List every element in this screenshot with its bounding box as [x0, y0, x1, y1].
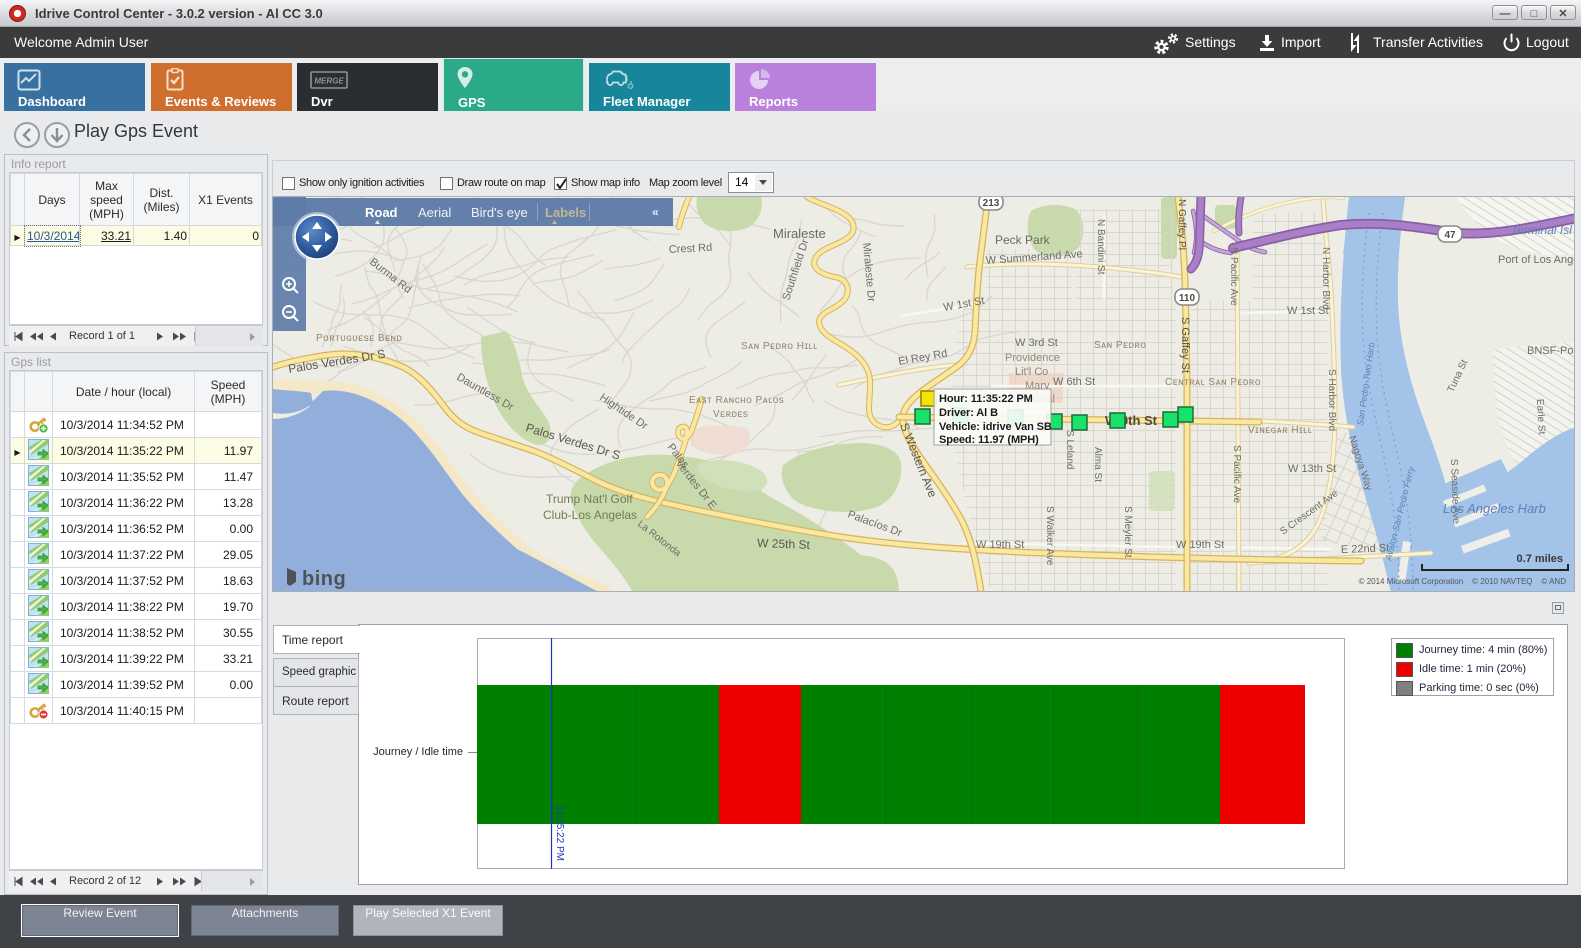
- svg-text:Vᴇʀᴅᴇѕ: Vᴇʀᴅᴇѕ: [713, 409, 748, 420]
- svg-text:W 25th St: W 25th St: [757, 536, 811, 552]
- svg-text:bing: bing: [302, 568, 346, 590]
- svg-text:Driver: Al B: Driver: Al B: [939, 407, 998, 419]
- svg-text:S Pacific Ave: S Pacific Ave: [1231, 445, 1242, 504]
- svg-text:Eᴀѕᴛ Rᴀɴᴄʜᴏ Pᴀʟᴏѕ: Eᴀѕᴛ Rᴀɴᴄʜᴏ Pᴀʟᴏѕ: [689, 395, 784, 406]
- svg-text:Terminal Isl: Terminal Isl: [1511, 223, 1572, 237]
- svg-text:11:35:22 PM: 11:35:22 PM: [554, 805, 565, 861]
- svg-text:213: 213: [983, 198, 1000, 209]
- svg-text:Crest Rd: Crest Rd: [669, 242, 713, 256]
- svg-text:Miraleste: Miraleste: [773, 226, 826, 241]
- svg-text:Cᴇɴᴛʀᴀʟ Sᴀɴ Pᴇᴅʀᴏ: Cᴇɴᴛʀᴀʟ Sᴀɴ Pᴇᴅʀᴏ: [1165, 377, 1261, 388]
- svg-text:N Harbor Blvd: N Harbor Blvd: [1320, 247, 1331, 310]
- svg-text:W 19th St: W 19th St: [1176, 539, 1224, 551]
- svg-text:0.7 miles: 0.7 miles: [1517, 553, 1563, 565]
- svg-text:«: «: [652, 205, 659, 219]
- svg-text:Road: Road: [365, 205, 398, 220]
- svg-text:BNSF-Port: BNSF-Port: [1527, 345, 1574, 357]
- svg-text:S Harbor Blvd: S Harbor Blvd: [1326, 369, 1337, 431]
- svg-text:Hour: 11:35:22 PM: Hour: 11:35:22 PM: [939, 393, 1033, 405]
- svg-text:W 3rd St: W 3rd St: [1015, 337, 1058, 349]
- svg-text:S Gaffey St: S Gaffey St: [1179, 317, 1191, 373]
- svg-text:N Gaffey Pl: N Gaffey Pl: [1176, 199, 1187, 250]
- svg-text:Port of Los Angel: Port of Los Angel: [1498, 254, 1574, 266]
- svg-text:W 13th St: W 13th St: [1288, 463, 1336, 475]
- svg-text:Bird's eye: Bird's eye: [471, 205, 528, 220]
- svg-text:N Pacific Ave: N Pacific Ave: [1228, 247, 1239, 306]
- svg-text:MERGE: MERGE: [314, 77, 344, 86]
- svg-text:E 22nd St: E 22nd St: [1341, 542, 1390, 556]
- svg-text:Vɪɴᴇɢᴀʀ Hɪʟʟ: Vɪɴᴇɢᴀʀ Hɪʟʟ: [1248, 425, 1312, 436]
- svg-text:110: 110: [1179, 293, 1196, 304]
- svg-text:Lit'l Co: Lit'l Co: [1015, 366, 1048, 378]
- svg-text:Los Angeles Harb: Los Angeles Harb: [1443, 501, 1546, 516]
- svg-text:N Bandini St: N Bandini St: [1095, 219, 1106, 275]
- svg-text:Pᴏʀᴛᴜɢᴜᴇѕᴇ Bᴇɴᴅ: Pᴏʀᴛᴜɢᴜᴇѕᴇ Bᴇɴᴅ: [316, 333, 402, 344]
- svg-text:Alma St: Alma St: [1092, 447, 1103, 482]
- svg-text:Vehicle: idrive Van SB: Vehicle: idrive Van SB: [939, 421, 1052, 433]
- svg-text:Peck Park: Peck Park: [995, 233, 1051, 247]
- svg-text:S Walker Ave: S Walker Ave: [1044, 506, 1055, 566]
- svg-text:S Meyler St: S Meyler St: [1122, 506, 1133, 558]
- svg-text:Providence: Providence: [1005, 352, 1060, 364]
- svg-text:Aerial: Aerial: [418, 205, 451, 220]
- svg-text:Labels: Labels: [545, 205, 586, 220]
- svg-text:Speed: 11.97 (MPH): Speed: 11.97 (MPH): [939, 434, 1039, 446]
- svg-text:W 19th St: W 19th St: [976, 539, 1024, 551]
- svg-text:47: 47: [1444, 230, 1456, 241]
- svg-text:S Leland: S Leland: [1064, 430, 1075, 469]
- svg-text:Sᴀɴ Pᴇᴅʀᴏ Hɪʟʟ: Sᴀɴ Pᴇᴅʀᴏ Hɪʟʟ: [741, 341, 818, 352]
- svg-text:Sᴀɴ Pᴇᴅʀᴏ: Sᴀɴ Pᴇᴅʀᴏ: [1094, 340, 1147, 351]
- svg-text:Club-Los Angelas: Club-Los Angelas: [543, 508, 637, 522]
- svg-text:© 2014 Microsoft Corporation: © 2014 Microsoft Corporation © 2010 NAVT…: [1359, 577, 1567, 586]
- svg-text:Trump Nat'l Golf: Trump Nat'l Golf: [546, 492, 633, 506]
- svg-text:W 6th St: W 6th St: [1053, 376, 1095, 388]
- svg-text:Earle St: Earle St: [1534, 399, 1547, 435]
